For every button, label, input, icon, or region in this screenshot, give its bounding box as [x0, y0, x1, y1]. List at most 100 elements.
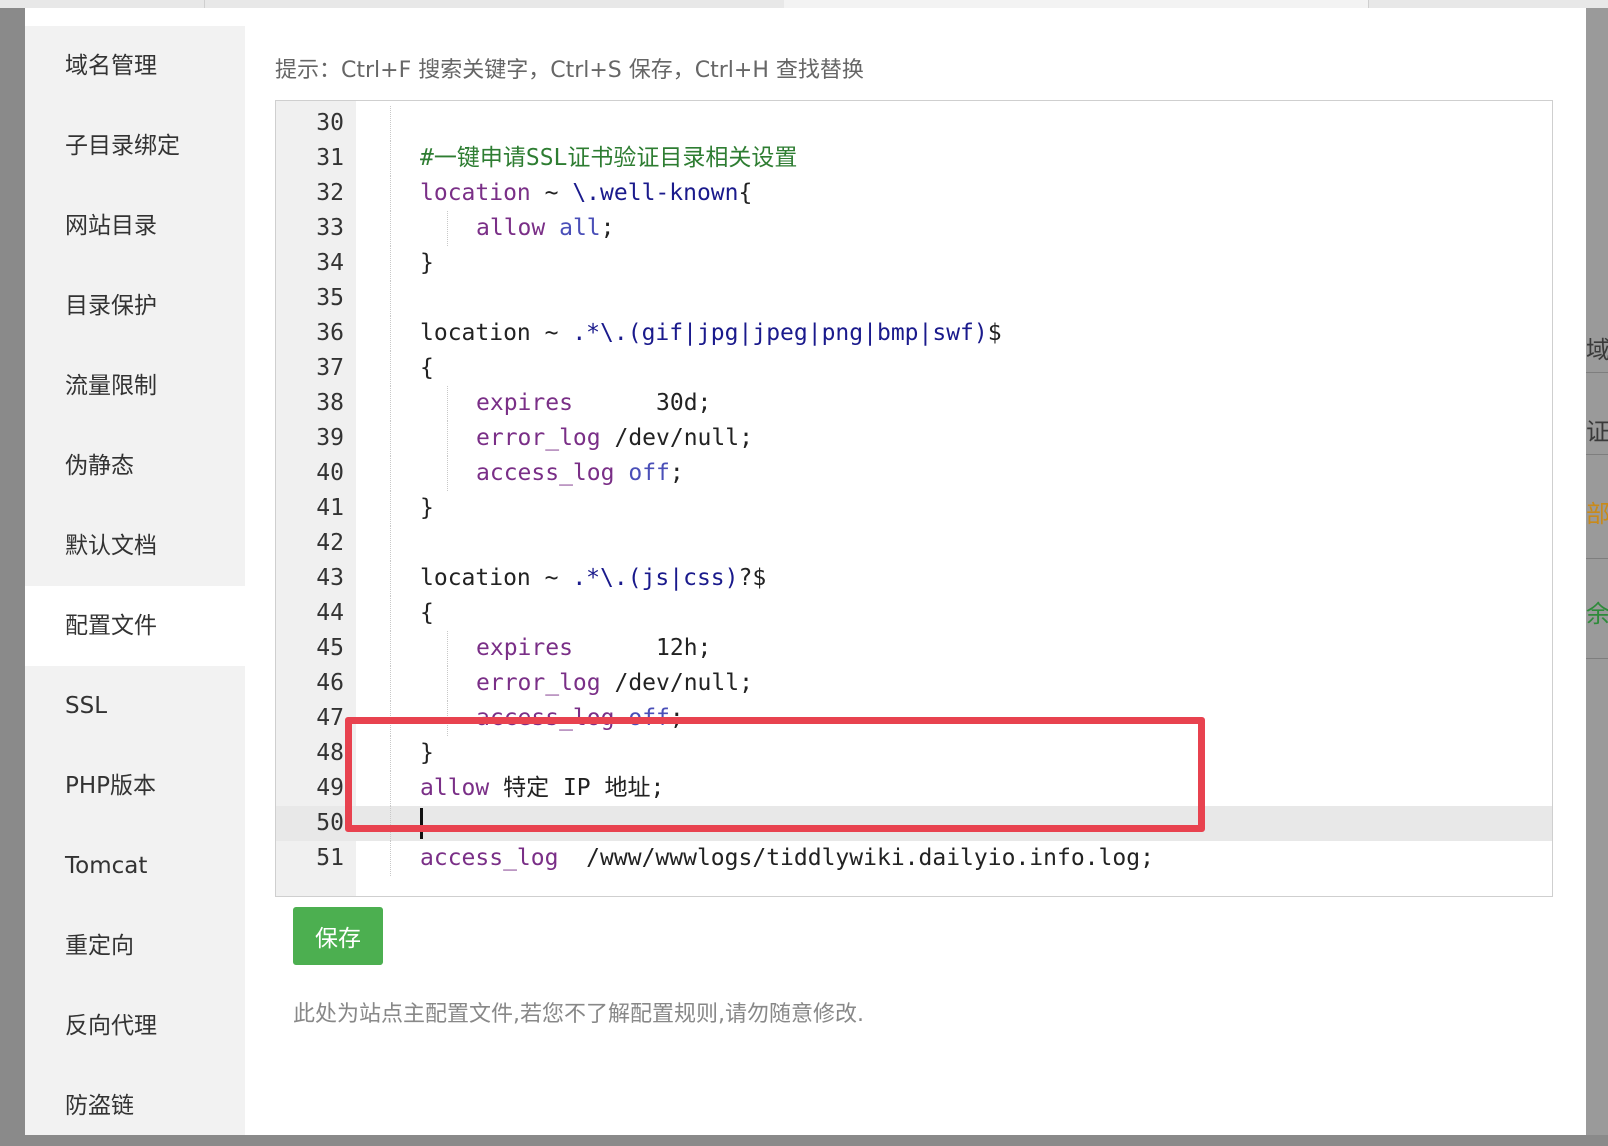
- code-line[interactable]: 35: [276, 281, 1552, 316]
- code-line[interactable]: 43 location ~ .*\.(js|css)?$: [276, 561, 1552, 596]
- code-token: /dev/null;: [600, 670, 753, 696]
- sidebar-item-traffic-limit[interactable]: 流量限制: [25, 346, 245, 426]
- code-text: allow all;: [476, 211, 615, 246]
- code-token: .*\.(gif|jpg|jpeg|png|bmp|swf): [572, 320, 988, 346]
- config-warning-note: 此处为站点主配置文件,若您不了解配置规则,请勿随意修改.: [293, 1002, 864, 1027]
- code-line[interactable]: 40 access_log off;: [276, 456, 1552, 491]
- code-text: access_log /www/wwwlogs/tiddlywiki.daily…: [420, 841, 1154, 876]
- code-line[interactable]: 34}: [276, 246, 1552, 281]
- code-token: ~: [530, 180, 573, 206]
- sidebar-item-hotlink-protection[interactable]: 防盗链: [25, 1066, 245, 1146]
- save-button[interactable]: 保存: [293, 907, 383, 965]
- code-token: {: [420, 355, 434, 381]
- code-token: }: [420, 740, 434, 766]
- code-token: 特定 IP 地址;: [489, 775, 665, 801]
- code-line[interactable]: 33 allow all;: [276, 211, 1552, 246]
- code-line[interactable]: 31 #一键申请SSL证书验证目录相关设置: [276, 141, 1552, 176]
- indent-guide: [390, 351, 391, 386]
- code-line[interactable]: 51 access_log /www/wwwlogs/tiddlywiki.dai…: [276, 841, 1552, 876]
- code-token: 12h;: [572, 635, 712, 661]
- indent-guide: [390, 491, 391, 526]
- line-number: 41: [316, 495, 344, 521]
- background-text: 部署: [1586, 500, 1608, 528]
- code-token: error_log: [476, 425, 601, 451]
- sidebar-item-redirect[interactable]: 重定向: [25, 906, 245, 986]
- line-number: 32: [316, 180, 344, 206]
- indent-guide: [390, 631, 391, 666]
- line-number: 37: [316, 355, 344, 381]
- line-number: 47: [316, 705, 344, 731]
- sidebar-item-site-directory[interactable]: 网站目录: [25, 186, 245, 266]
- sidebar-item-dir-protection[interactable]: 目录保护: [25, 266, 245, 346]
- code-line[interactable]: 47 access_log off;: [276, 701, 1552, 736]
- code-token: allow: [476, 215, 546, 241]
- indent-guide: [390, 316, 391, 351]
- code-line[interactable]: 49 allow 特定 IP 地址;: [276, 771, 1552, 806]
- code-line[interactable]: 48}: [276, 736, 1552, 771]
- code-line[interactable]: 44 {: [276, 596, 1552, 631]
- indent-guide: [447, 386, 448, 421]
- line-number: 43: [316, 565, 344, 591]
- indent-guide: [390, 246, 391, 281]
- indent-guide: [390, 421, 391, 456]
- code-text: expires 12h;: [476, 631, 711, 666]
- code-text: allow 特定 IP 地址;: [420, 771, 664, 806]
- code-line[interactable]: 42: [276, 526, 1552, 561]
- code-line[interactable]: 32 location ~ \.well-known{: [276, 176, 1552, 211]
- code-line[interactable]: 30: [276, 106, 1552, 141]
- code-line[interactable]: 46 error_log /dev/null;: [276, 666, 1552, 701]
- code-line[interactable]: 39 error_log /dev/null;: [276, 421, 1552, 456]
- indent-guide: [390, 176, 391, 211]
- indent-guide: [390, 596, 391, 631]
- code-text: }: [420, 491, 434, 526]
- indent-guide: [390, 281, 391, 316]
- code-token: /www/wwwlogs/tiddlywiki.dailyio.info.log…: [558, 845, 1154, 871]
- indent-guide: [447, 211, 448, 246]
- code-line[interactable]: 38 expires 30d;: [276, 386, 1552, 421]
- config-code-editor[interactable]: 30 31 #一键申请SSL证书验证目录相关设置 32 location ~ \.wel…: [275, 100, 1553, 897]
- code-line[interactable]: 36 location ~ .*\.(gif|jpg|jpeg|png|bmp|s…: [276, 316, 1552, 351]
- indent-guide: [447, 701, 448, 736]
- indent-guide: [390, 701, 391, 736]
- code-token: expires: [476, 390, 573, 416]
- sidebar-item-ssl[interactable]: SSL: [25, 666, 245, 746]
- code-text: error_log /dev/null;: [476, 666, 753, 701]
- line-number: 35: [316, 285, 344, 311]
- indent-guide: [447, 421, 448, 456]
- line-number: 44: [316, 600, 344, 626]
- code-token: all: [559, 215, 601, 241]
- line-number: 30: [316, 110, 344, 136]
- indent-guide: [390, 106, 391, 141]
- sidebar-item-default-doc[interactable]: 默认文档: [25, 506, 245, 586]
- sidebar-item-tomcat[interactable]: Tomcat: [25, 826, 245, 906]
- code-line[interactable]: 41}: [276, 491, 1552, 526]
- code-token: }: [420, 495, 434, 521]
- code-token: access_log: [476, 705, 615, 731]
- code-text: expires 30d;: [476, 386, 711, 421]
- code-text: location ~ .*\.(js|css)?$: [420, 561, 766, 596]
- code-text: {: [420, 351, 434, 386]
- code-line[interactable]: 37 {: [276, 351, 1552, 386]
- sidebar-item-reverse-proxy[interactable]: 反向代理: [25, 986, 245, 1066]
- code-token: off: [628, 460, 670, 486]
- line-number: 33: [316, 215, 344, 241]
- code-line[interactable]: 50: [276, 806, 1552, 841]
- sidebar-item-php-version[interactable]: PHP版本: [25, 746, 245, 826]
- code-text: #一键申请SSL证书验证目录相关设置: [420, 141, 797, 176]
- site-settings-dialog: 域名管理 子目录绑定 网站目录 目录保护 流量限制 伪静态 默认文档 配置文件 …: [25, 8, 1586, 1135]
- sidebar-item-config-file[interactable]: 配置文件: [25, 586, 245, 666]
- sidebar-item-rewrite[interactable]: 伪静态: [25, 426, 245, 506]
- code-token: ;: [600, 215, 615, 241]
- line-number: 48: [316, 740, 344, 766]
- code-line[interactable]: 45 expires 12h;: [276, 631, 1552, 666]
- code-token: ?$: [738, 565, 767, 591]
- line-number: 42: [316, 530, 344, 556]
- code-token: access_log: [420, 845, 559, 871]
- sidebar-item-subdir-binding[interactable]: 子目录绑定: [25, 106, 245, 186]
- code-token: 30d;: [572, 390, 712, 416]
- indent-guide: [390, 841, 391, 876]
- indent-guide: [390, 561, 391, 596]
- code-token: allow: [420, 775, 490, 801]
- sidebar-item-domain[interactable]: 域名管理: [25, 26, 245, 106]
